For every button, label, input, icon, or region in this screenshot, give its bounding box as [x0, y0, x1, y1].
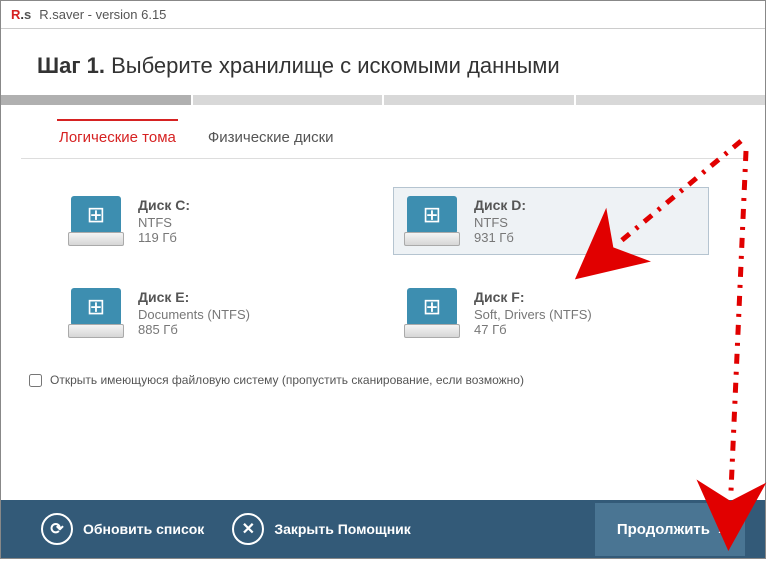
- close-label: Закрыть Помощник: [274, 521, 410, 537]
- disk-size: 931 Гб: [474, 230, 526, 245]
- disk-fs: Documents (NTFS): [138, 307, 250, 322]
- disk-item-f[interactable]: ⊞ Диск F: Soft, Drivers (NTFS) 47 Гб: [393, 279, 709, 347]
- disk-fs: NTFS: [138, 215, 190, 230]
- refresh-icon: ⟳: [41, 513, 73, 545]
- disk-name: Диск E:: [138, 289, 250, 305]
- disk-item-d[interactable]: ⊞ Диск D: NTFS 931 Гб: [393, 187, 709, 255]
- continue-label: Продолжить: [617, 521, 710, 538]
- tab-physical-disks[interactable]: Физические диски: [206, 121, 336, 154]
- tab-logical-volumes[interactable]: Логические тома: [57, 119, 178, 154]
- disk-name: Диск C:: [138, 197, 190, 213]
- disk-size: 47 Гб: [474, 322, 592, 337]
- step-title: Шаг 1. Выберите хранилище с искомыми дан…: [37, 53, 729, 79]
- titlebar: R.s R.saver - version 6.15: [1, 1, 765, 29]
- disk-size: 885 Гб: [138, 322, 250, 337]
- disk-icon: ⊞: [404, 288, 460, 338]
- continue-button[interactable]: Продолжить ›: [595, 503, 745, 556]
- window-title: R.saver - version 6.15: [39, 7, 166, 22]
- disk-name: Диск D:: [474, 197, 526, 213]
- footer: ⟳ Обновить список ✕ Закрыть Помощник Про…: [1, 500, 765, 558]
- disk-icon: ⊞: [68, 288, 124, 338]
- step-header: Шаг 1. Выберите хранилище с искомыми дан…: [1, 29, 765, 95]
- refresh-button[interactable]: ⟳ Обновить список: [41, 513, 204, 545]
- progress-bar: [1, 95, 765, 105]
- disk-item-e[interactable]: ⊞ Диск E: Documents (NTFS) 885 Гб: [57, 279, 373, 347]
- app-logo: R.s: [11, 7, 31, 22]
- close-helper-button[interactable]: ✕ Закрыть Помощник: [232, 513, 410, 545]
- disk-icon: ⊞: [68, 196, 124, 246]
- skip-scan-checkbox[interactable]: [29, 374, 42, 387]
- disk-icon: ⊞: [404, 196, 460, 246]
- disk-grid: ⊞ Диск C: NTFS 119 Гб ⊞ Диск D: NTFS 931…: [1, 159, 765, 365]
- refresh-label: Обновить список: [83, 521, 204, 537]
- skip-scan-row: Открыть имеющуюся файловую систему (проп…: [1, 365, 765, 405]
- app-window: R.s R.saver - version 6.15 Шаг 1. Выбери…: [0, 0, 766, 559]
- disk-item-c[interactable]: ⊞ Диск C: NTFS 119 Гб: [57, 187, 373, 255]
- disk-fs: NTFS: [474, 215, 526, 230]
- disk-name: Диск F:: [474, 289, 592, 305]
- disk-size: 119 Гб: [138, 230, 190, 245]
- close-icon: ✕: [232, 513, 264, 545]
- skip-scan-label: Открыть имеющуюся файловую систему (проп…: [50, 373, 524, 387]
- tabs: Логические тома Физические диски: [1, 105, 765, 158]
- disk-fs: Soft, Drivers (NTFS): [474, 307, 592, 322]
- chevron-right-icon: ›: [718, 521, 723, 538]
